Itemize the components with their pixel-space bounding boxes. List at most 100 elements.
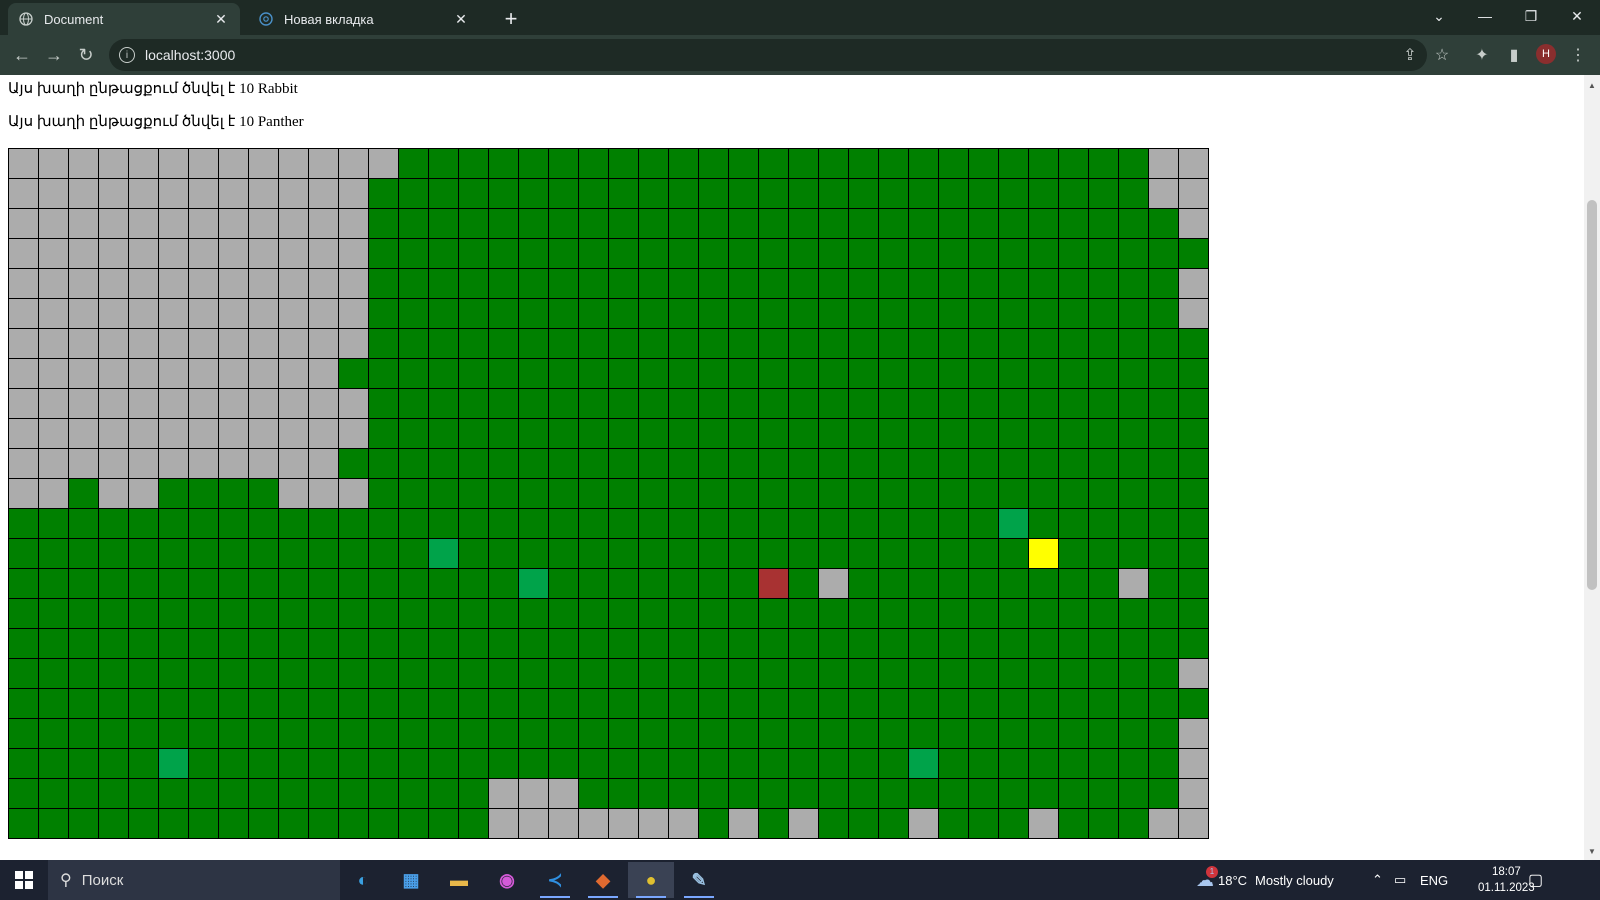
- edge-icon[interactable]: ◐: [340, 862, 386, 898]
- grass-cell: [1059, 179, 1089, 209]
- grass-cell: [279, 809, 309, 839]
- grass-cell: [729, 149, 759, 179]
- grass-cell: [789, 419, 819, 449]
- grass-cell: [999, 599, 1029, 629]
- grass-cell: [39, 629, 69, 659]
- store-icon[interactable]: ▦: [388, 862, 434, 898]
- rabbit-cell: [519, 569, 549, 599]
- grass-cell: [849, 539, 879, 569]
- tab-document[interactable]: Document ✕: [8, 3, 240, 35]
- grass-cell: [39, 569, 69, 599]
- info-icon[interactable]: i: [119, 47, 135, 63]
- grass-cell: [909, 419, 939, 449]
- git-icon[interactable]: ◆: [580, 862, 626, 898]
- extensions-icon[interactable]: ✦: [1470, 43, 1494, 67]
- grass-cell: [999, 329, 1029, 359]
- grass-cell: [1149, 419, 1179, 449]
- empty-cell: [219, 419, 249, 449]
- grass-cell: [909, 329, 939, 359]
- empty-cell: [249, 359, 279, 389]
- grass-cell: [759, 389, 789, 419]
- new-tab-button[interactable]: +: [498, 6, 524, 32]
- grass-cell: [879, 239, 909, 269]
- grass-cell: [699, 599, 729, 629]
- address-bar[interactable]: i localhost:3000: [109, 39, 1427, 71]
- taskbar-search[interactable]: ⚲ Поиск: [48, 860, 340, 900]
- empty-cell: [1179, 209, 1209, 239]
- grass-cell: [249, 479, 279, 509]
- grass-cell: [1029, 509, 1059, 539]
- grass-cell: [339, 509, 369, 539]
- reload-icon[interactable]: ↻: [72, 41, 100, 69]
- side-panel-icon[interactable]: ▮: [1502, 43, 1526, 67]
- game-grid: [8, 148, 1209, 839]
- grass-cell: [789, 239, 819, 269]
- scroll-up-icon[interactable]: ▲: [1584, 78, 1600, 92]
- profile-avatar[interactable]: H: [1536, 44, 1556, 64]
- grass-cell: [999, 629, 1029, 659]
- file-explorer-icon[interactable]: ▬: [436, 862, 482, 898]
- grass-cell: [279, 539, 309, 569]
- close-icon[interactable]: ✕: [452, 10, 470, 28]
- grass-cell: [459, 329, 489, 359]
- chrome-icon[interactable]: ●: [628, 862, 674, 898]
- grass-cell: [69, 539, 99, 569]
- grass-cell: [909, 239, 939, 269]
- grass-cell: [249, 719, 279, 749]
- grass-cell: [39, 599, 69, 629]
- grass-cell: [1089, 329, 1119, 359]
- scrollbar-thumb[interactable]: [1587, 200, 1597, 590]
- paint-icon[interactable]: ✎: [676, 862, 722, 898]
- grass-cell: [39, 689, 69, 719]
- grass-cell: [1149, 659, 1179, 689]
- empty-cell: [1029, 809, 1059, 839]
- grass-cell: [339, 749, 369, 779]
- empty-cell: [99, 419, 129, 449]
- grass-cell: [1089, 209, 1119, 239]
- forward-icon[interactable]: →: [40, 41, 68, 69]
- grass-cell: [639, 569, 669, 599]
- network-icon[interactable]: ▭: [1394, 860, 1406, 900]
- close-window-button[interactable]: ✕: [1554, 0, 1600, 32]
- clock[interactable]: 18:07 01.11.2023: [1478, 864, 1535, 896]
- grass-cell: [549, 389, 579, 419]
- minimize-button[interactable]: —: [1462, 0, 1508, 32]
- share-icon[interactable]: ⇪: [1398, 43, 1422, 67]
- empty-cell: [519, 809, 549, 839]
- tab-search-chevron-icon[interactable]: ⌄: [1416, 0, 1462, 32]
- restore-button[interactable]: ❐: [1508, 0, 1554, 32]
- grass-cell: [639, 449, 669, 479]
- grass-cell: [1149, 569, 1179, 599]
- notification-icon[interactable]: ▢: [1528, 860, 1543, 900]
- grass-cell: [1119, 269, 1149, 299]
- grass-cell: [519, 629, 549, 659]
- weather-widget[interactable]: ☁ 1 18°C Mostly cloudy: [1196, 860, 1334, 900]
- grass-cell: [669, 239, 699, 269]
- tab-new-tab[interactable]: Новая вкладка ✕: [248, 3, 480, 35]
- grass-cell: [489, 479, 519, 509]
- grass-cell: [909, 479, 939, 509]
- grass-cell: [1179, 419, 1209, 449]
- grass-cell: [669, 149, 699, 179]
- close-icon[interactable]: ✕: [212, 10, 230, 28]
- tray-chevron-icon[interactable]: ⌃: [1372, 860, 1383, 900]
- windows-start-icon[interactable]: [0, 860, 48, 900]
- grass-cell: [429, 179, 459, 209]
- grass-cell: [879, 449, 909, 479]
- grass-cell: [759, 479, 789, 509]
- app-w-icon[interactable]: ◉: [484, 862, 530, 898]
- empty-cell: [1179, 149, 1209, 179]
- language-indicator[interactable]: ENG: [1420, 860, 1448, 900]
- grass-cell: [579, 719, 609, 749]
- grass-cell: [999, 389, 1029, 419]
- grass-cell: [849, 779, 879, 809]
- grass-cell: [279, 689, 309, 719]
- back-icon[interactable]: ←: [8, 41, 36, 69]
- grass-cell: [219, 719, 249, 749]
- menu-dots-icon[interactable]: ⋮: [1566, 43, 1590, 67]
- star-icon[interactable]: ☆: [1430, 43, 1454, 67]
- grass-cell: [1029, 239, 1059, 269]
- grass-cell: [309, 689, 339, 719]
- scroll-down-icon[interactable]: ▼: [1584, 844, 1600, 858]
- vscode-icon[interactable]: ≺: [532, 862, 578, 898]
